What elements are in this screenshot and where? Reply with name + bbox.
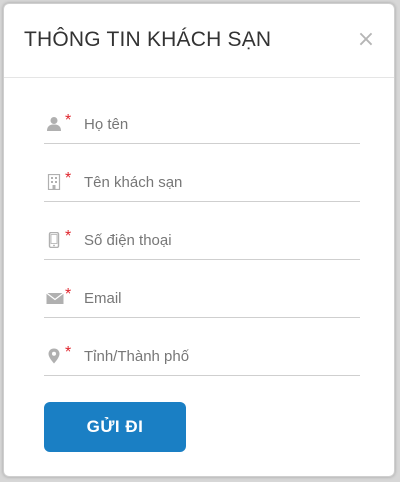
user-icon [46,116,62,132]
hotel-name-input[interactable] [84,168,354,196]
city-field: * [44,338,360,376]
required-marker: * [65,286,72,303]
city-input[interactable] [84,342,354,370]
phone-input[interactable] [84,226,354,254]
submit-button[interactable]: GỬI ĐI [44,402,186,452]
modal-title: THÔNG TIN KHÁCH SẠN [24,28,272,51]
building-icon [46,173,62,191]
hotel-name-field: * [44,164,360,202]
email-input[interactable] [84,284,354,312]
required-marker: * [65,170,72,187]
required-marker: * [65,228,72,245]
required-marker: * [65,112,72,129]
map-marker-icon [46,348,62,364]
modal-header: THÔNG TIN KHÁCH SẠN × [4,4,394,78]
email-field: * [44,280,360,318]
phone-field: * [44,222,360,260]
full-name-input[interactable] [84,110,354,138]
required-marker: * [65,344,72,361]
envelope-icon [46,290,64,306]
close-button[interactable]: × [356,28,376,52]
full-name-field: * [44,106,360,144]
mobile-phone-icon [46,231,62,249]
hotel-info-modal: THÔNG TIN KHÁCH SẠN × * * [3,3,395,477]
